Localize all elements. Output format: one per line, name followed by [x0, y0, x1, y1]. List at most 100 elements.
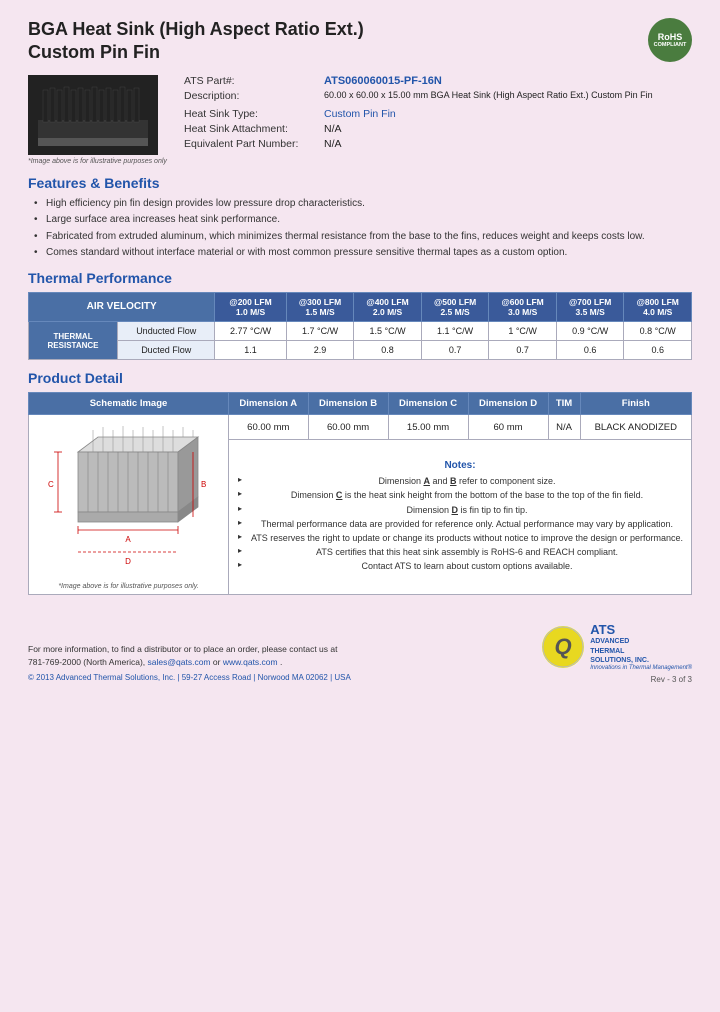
- page-header: BGA Heat Sink (High Aspect Ratio Ext.) C…: [28, 18, 692, 65]
- thermal-performance-title: Thermal Performance: [28, 270, 692, 286]
- feature-item-2: Large surface area increases heat sink p…: [34, 213, 692, 227]
- dim-c-header: Dimension C: [388, 393, 468, 415]
- notes-title: Notes:: [234, 460, 686, 471]
- product-info-section: *Image above is for illustrative purpose…: [28, 75, 692, 165]
- dim-d-value: 60 mm: [468, 415, 548, 440]
- dim-a-value: 60.00 mm: [229, 415, 309, 440]
- ducted-val-2: 2.9: [286, 341, 354, 360]
- product-image-area: *Image above is for illustrative purpose…: [28, 75, 168, 165]
- air-velocity-header: AIR VELOCITY: [29, 292, 215, 321]
- ats-logo: Q ATS ADVANCED THERMAL SOLUTIONS, INC. I…: [542, 623, 692, 671]
- unducted-val-1: 2.77 °C/W: [215, 322, 286, 341]
- dim-c-value: 15.00 mm: [388, 415, 468, 440]
- lfm-col-5: @600 LFM 3.0 M/S: [489, 292, 557, 321]
- ducted-val-1: 1.1: [215, 341, 286, 360]
- ducted-val-6: 0.6: [556, 341, 624, 360]
- tim-value: N/A: [548, 415, 580, 440]
- lfm-col-2: @300 LFM 1.5 M/S: [286, 292, 354, 321]
- title-line1: BGA Heat Sink (High Aspect Ratio Ext.): [28, 18, 364, 41]
- product-image-box: [28, 75, 158, 155]
- dim-b-header: Dimension B: [308, 393, 388, 415]
- thermal-performance-table: AIR VELOCITY @200 LFM 1.0 M/S @300 LFM 1…: [28, 292, 692, 360]
- heatsink-image-svg: [33, 80, 153, 150]
- footer-email[interactable]: sales@qats.com: [148, 657, 211, 667]
- heat-sink-type-value: Custom Pin Fin: [324, 108, 396, 120]
- schematic-caption: *Image above is for illustrative purpose…: [33, 583, 224, 590]
- note-3: Dimension D is fin tip to fin tip.: [238, 504, 686, 516]
- notes-list: Dimension A and B refer to component siz…: [234, 475, 686, 572]
- finish-value: BLACK ANODIZED: [580, 415, 691, 440]
- note-5: ATS reserves the right to update or chan…: [238, 532, 686, 544]
- unducted-flow-row: THERMAL RESISTANCE Unducted Flow 2.77 °C…: [29, 322, 692, 341]
- features-list: High efficiency pin fin design provides …: [28, 197, 692, 260]
- dim-b-value: 60.00 mm: [308, 415, 388, 440]
- description-value: 60.00 x 60.00 x 15.00 mm BGA Heat Sink (…: [324, 90, 653, 102]
- feature-item-4: Comes standard without interface materia…: [34, 246, 692, 260]
- page-number: Rev - 3 of 3: [651, 675, 692, 684]
- ats-brand: ATS: [590, 623, 692, 637]
- schematic-svg: A B C D: [38, 422, 218, 577]
- lfm-col-4: @500 LFM 2.5 M/S: [421, 292, 489, 321]
- ats-logo-q: Q: [542, 626, 584, 668]
- ats-sub1: ADVANCED: [590, 637, 692, 646]
- schematic-image-box: A B C D: [33, 419, 223, 579]
- heat-sink-attachment-value: N/A: [324, 123, 342, 135]
- equivalent-part-label: Equivalent Part Number:: [184, 138, 324, 150]
- ats-tagline: Innovations in Thermal Management®: [590, 665, 692, 671]
- page-footer: For more information, to find a distribu…: [28, 615, 692, 684]
- ducted-val-7: 0.6: [624, 341, 692, 360]
- footer-copyright: © 2013 Advanced Thermal Solutions, Inc. …: [28, 672, 351, 684]
- part-number-label: ATS Part#:: [184, 75, 324, 87]
- ducted-val-5: 0.7: [489, 341, 557, 360]
- ducted-flow-row: Ducted Flow 1.1 2.9 0.8 0.7 0.7 0.6 0.6: [29, 341, 692, 360]
- heat-sink-attachment-row: Heat Sink Attachment: N/A: [184, 123, 692, 135]
- features-title: Features & Benefits: [28, 175, 692, 191]
- dim-d-header: Dimension D: [468, 393, 548, 415]
- footer-line1: For more information, to find a distribu…: [28, 643, 351, 656]
- unducted-val-2: 1.7 °C/W: [286, 322, 354, 341]
- title-line2: Custom Pin Fin: [28, 41, 364, 64]
- ats-logo-text-block: ATS ADVANCED THERMAL SOLUTIONS, INC. Inn…: [590, 623, 692, 671]
- part-number-row: ATS Part#: ATS060060015-PF-16N: [184, 75, 692, 87]
- feature-item-1: High efficiency pin fin design provides …: [34, 197, 692, 211]
- part-number-value: ATS060060015-PF-16N: [324, 75, 442, 87]
- lfm-col-1: @200 LFM 1.0 M/S: [215, 292, 286, 321]
- heat-sink-type-row: Heat Sink Type: Custom Pin Fin: [184, 108, 692, 120]
- note-2: Dimension C is the heat sink height from…: [238, 489, 686, 501]
- footer-phone: 781-769-2000 (North America),: [28, 657, 145, 667]
- schematic-header: Schematic Image: [29, 393, 229, 415]
- product-detail-title: Product Detail: [28, 370, 692, 386]
- note-6: ATS certifies that this heat sink assemb…: [238, 546, 686, 558]
- note-4: Thermal performance data are provided fo…: [238, 518, 686, 530]
- footer-or: or: [213, 657, 223, 667]
- ducted-flow-label: Ducted Flow: [118, 341, 215, 360]
- rohs-text: RoHS: [658, 32, 683, 42]
- page: BGA Heat Sink (High Aspect Ratio Ext.) C…: [0, 0, 720, 1012]
- equivalent-part-row: Equivalent Part Number: N/A: [184, 138, 692, 150]
- tim-header: TIM: [548, 393, 580, 415]
- ducted-val-4: 0.7: [421, 341, 489, 360]
- page-title: BGA Heat Sink (High Aspect Ratio Ext.) C…: [28, 18, 364, 65]
- footer-website[interactable]: www.qats.com: [223, 657, 278, 667]
- lfm-col-7: @800 LFM 4.0 M/S: [624, 292, 692, 321]
- description-row: Description: 60.00 x 60.00 x 15.00 mm BG…: [184, 90, 692, 102]
- footer-contact: For more information, to find a distribu…: [28, 643, 351, 684]
- note-7: Contact ATS to learn about custom option…: [238, 560, 686, 572]
- unducted-flow-label: Unducted Flow: [118, 322, 215, 341]
- finish-header: Finish: [580, 393, 691, 415]
- dim-a-header: Dimension A: [229, 393, 309, 415]
- lfm-col-3: @400 LFM 2.0 M/S: [354, 292, 422, 321]
- schematic-cell: A B C D: [29, 415, 229, 595]
- svg-text:D: D: [125, 557, 131, 566]
- unducted-val-3: 1.5 °C/W: [354, 322, 422, 341]
- thermal-resistance-label: THERMAL RESISTANCE: [29, 322, 118, 360]
- ats-sub2: THERMAL: [590, 647, 692, 656]
- equivalent-part-value: N/A: [324, 138, 342, 150]
- heat-sink-type-label: Heat Sink Type:: [184, 108, 324, 120]
- notes-cell: Notes: Dimension A and B refer to compon…: [229, 440, 692, 595]
- unducted-val-6: 0.9 °C/W: [556, 322, 624, 341]
- description-label: Description:: [184, 90, 324, 102]
- unducted-val-5: 1 °C/W: [489, 322, 557, 341]
- heat-sink-attachment-label: Heat Sink Attachment:: [184, 123, 324, 135]
- ats-sub3: SOLUTIONS, INC.: [590, 656, 692, 665]
